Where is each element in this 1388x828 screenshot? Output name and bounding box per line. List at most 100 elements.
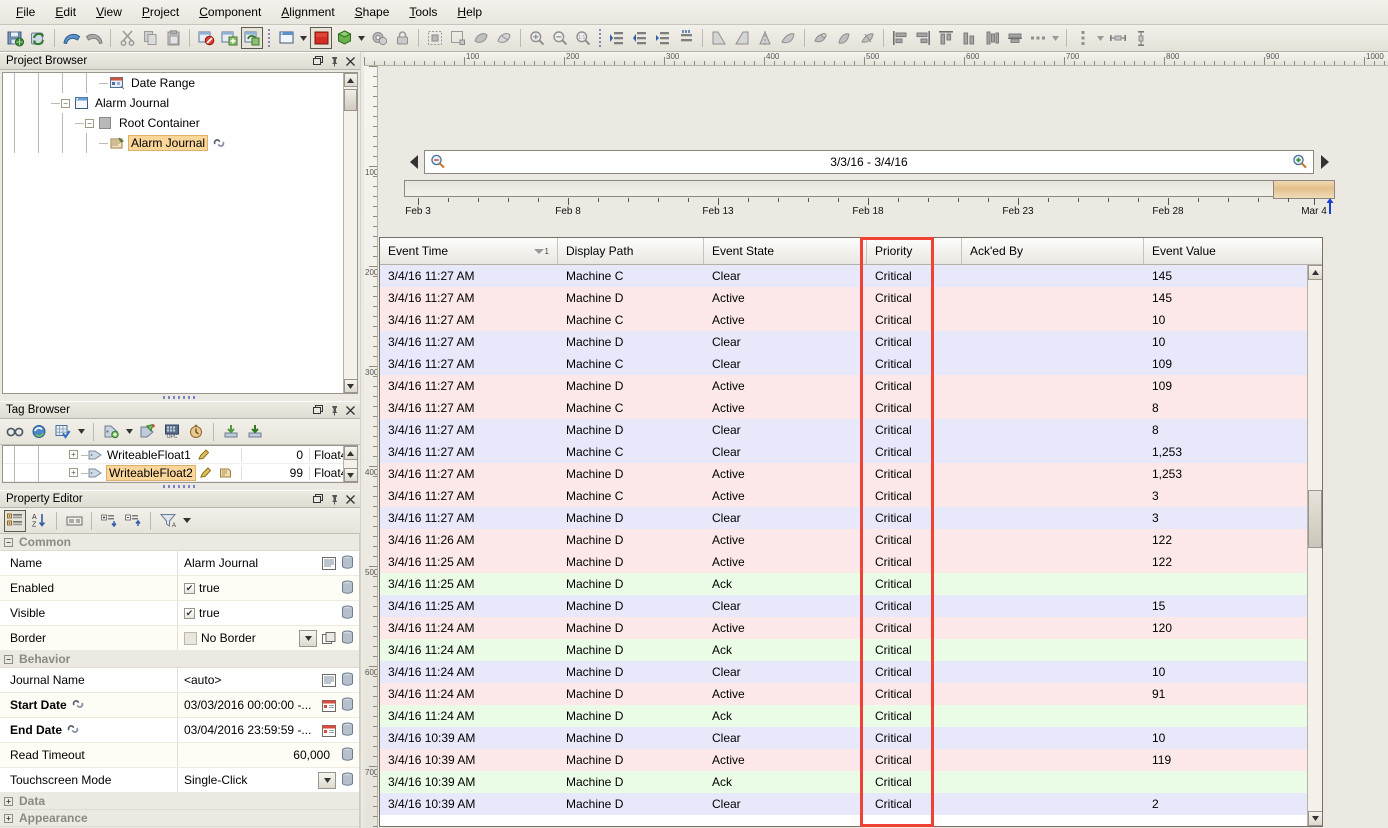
history-icon[interactable]	[185, 421, 207, 443]
binding-icon[interactable]	[340, 672, 356, 688]
category-data[interactable]: + Data	[0, 793, 359, 810]
alarm-journal-table-component[interactable]: Event Time 1 Display Path Event State	[379, 237, 1323, 828]
tree-node[interactable]: Date Range	[3, 73, 343, 93]
date-range-selection[interactable]	[1273, 180, 1335, 199]
space-dropdown-icon[interactable]	[1095, 27, 1106, 49]
filter-dropdown-icon[interactable]	[76, 421, 87, 443]
table-row[interactable]: 3/4/16 11:25 AMMachine DActiveCritical12…	[380, 551, 1307, 573]
property-value-cell[interactable]: 03/04/2016 23:59:59 -...	[178, 718, 359, 742]
table-row[interactable]: 3/4/16 11:25 AMMachine DClearCritical15	[380, 595, 1307, 617]
tag-expander[interactable]: +	[69, 450, 78, 459]
table-row[interactable]: 3/4/16 11:27 AMMachine DActiveCritical10…	[380, 375, 1307, 397]
category-expander[interactable]: −	[4, 655, 13, 664]
column-header-display-path[interactable]: Display Path	[558, 238, 704, 264]
property-value-cell[interactable]: No Border	[178, 626, 359, 650]
filter-dropdown-icon[interactable]	[181, 510, 192, 532]
indent-icon[interactable]	[606, 27, 628, 49]
group-icon[interactable]	[652, 27, 674, 49]
project-browser-scrollbar[interactable]	[343, 73, 357, 393]
tree-node[interactable]: − Root Container	[3, 113, 343, 133]
property-value-cell[interactable]: Single-Click	[178, 768, 359, 792]
shape-union-icon[interactable]	[470, 27, 492, 49]
table-row[interactable]: 3/4/16 10:39 AMMachine DClearCritical2	[380, 793, 1307, 815]
property-value-cell[interactable]: ✔ true	[178, 576, 359, 600]
table-row[interactable]: 3/4/16 11:27 AMMachine DClearCritical3	[380, 507, 1307, 529]
export-tags-icon[interactable]	[244, 421, 266, 443]
panel-splitter[interactable]	[0, 394, 360, 401]
window-dropdown-icon[interactable]	[298, 27, 309, 49]
select-all-icon[interactable]	[424, 27, 446, 49]
mirror-icon[interactable]	[754, 27, 776, 49]
menu-item-project[interactable]: Project	[132, 2, 189, 22]
table-row[interactable]: 3/4/16 11:27 AMMachine CActiveCritical8	[380, 397, 1307, 419]
alarm-table-body[interactable]: 3/4/16 11:27 AMMachine CClearCritical145…	[380, 265, 1307, 826]
show-description-icon[interactable]	[63, 510, 85, 532]
tag-row[interactable]: + WriteableFloat1 0 Float4	[3, 446, 357, 464]
tree-expander[interactable]: −	[61, 99, 70, 108]
menu-item-edit[interactable]: Edit	[45, 2, 86, 22]
date-range-component[interactable]: 3/3/16 - 3/4/16 Feb 3 Feb 8	[404, 150, 1334, 220]
opc-browser-icon[interactable]: OPC	[161, 421, 183, 443]
close-icon[interactable]	[342, 492, 358, 506]
property-row-end-date[interactable]: End Date 03/04/2016 23:59:59 -...	[0, 718, 359, 743]
menu-item-tools[interactable]: Tools	[399, 2, 447, 22]
zoom-out-icon[interactable]	[549, 27, 571, 49]
prev-range-button[interactable]	[404, 150, 424, 174]
property-value-cell[interactable]: ✔ true	[178, 601, 359, 625]
size-width-icon[interactable]	[1107, 27, 1129, 49]
size-height-icon[interactable]	[1130, 27, 1152, 49]
pin-icon[interactable]	[326, 492, 342, 506]
component-icon[interactable]	[333, 27, 355, 49]
restore-icon[interactable]	[310, 54, 326, 68]
sort-alpha-icon[interactable]: AZ	[28, 510, 50, 532]
scroll-track[interactable]	[344, 87, 358, 379]
restore-icon[interactable]	[310, 403, 326, 417]
undo-icon[interactable]	[60, 27, 82, 49]
scroll-down-button[interactable]	[344, 468, 358, 482]
find-icon[interactable]	[4, 421, 26, 443]
category-expander[interactable]: +	[4, 797, 13, 806]
align-center-icon[interactable]	[981, 27, 1003, 49]
dropdown-button[interactable]	[299, 630, 317, 647]
zoom-out-icon[interactable]	[430, 154, 446, 173]
rotate2-icon[interactable]	[833, 27, 855, 49]
table-row[interactable]: 3/4/16 11:27 AMMachine DActiveCritical1,…	[380, 463, 1307, 485]
category-expander[interactable]: −	[4, 538, 13, 547]
component-dropdown-icon[interactable]	[356, 27, 367, 49]
menu-item-shape[interactable]: Shape	[345, 2, 400, 22]
calendar-icon[interactable]	[321, 723, 336, 738]
table-row[interactable]: 3/4/16 11:24 AMMachine DActiveCritical12…	[380, 617, 1307, 639]
scroll-up-button[interactable]	[344, 446, 358, 460]
property-row-border[interactable]: Border No Border	[0, 626, 359, 651]
property-value-cell[interactable]: Alarm Journal	[178, 551, 359, 575]
table-row[interactable]: 3/4/16 11:27 AMMachine DActiveCritical14…	[380, 287, 1307, 309]
binding-icon[interactable]	[340, 772, 356, 788]
close-icon[interactable]	[342, 54, 358, 68]
property-row-read-timeout[interactable]: Read Timeout 60,000	[0, 743, 359, 768]
menu-item-alignment[interactable]: Alignment	[271, 2, 344, 22]
property-row-visible[interactable]: Visible ✔ true	[0, 601, 359, 626]
align-middle-icon[interactable]	[1004, 27, 1026, 49]
category-expander[interactable]: +	[4, 814, 13, 823]
rotate3-icon[interactable]	[856, 27, 878, 49]
save-icon[interactable]	[4, 27, 26, 49]
align-corner-icon[interactable]	[708, 27, 730, 49]
scroll-down-button[interactable]	[1308, 811, 1323, 826]
zoom-in-icon[interactable]	[1292, 154, 1308, 173]
flip-icon[interactable]	[777, 27, 799, 49]
text-editor-icon[interactable]	[321, 556, 336, 571]
scroll-up-button[interactable]	[344, 73, 358, 87]
column-header-event-value[interactable]: Event Value	[1144, 238, 1322, 264]
window-refresh-icon[interactable]	[241, 27, 263, 49]
table-row[interactable]: 3/4/16 10:39 AMMachine DAckCritical	[380, 771, 1307, 793]
ungroup-icon[interactable]	[675, 27, 697, 49]
binding-icon[interactable]	[340, 605, 356, 621]
filter-icon[interactable]: A	[157, 510, 179, 532]
column-header-event-time[interactable]: Event Time 1	[380, 238, 558, 264]
table-row[interactable]: 3/4/16 11:26 AMMachine DActiveCritical12…	[380, 529, 1307, 551]
table-row[interactable]: 3/4/16 10:39 AMMachine DActiveCritical11…	[380, 749, 1307, 771]
category-behavior[interactable]: − Behavior	[0, 651, 359, 668]
property-list[interactable]: − Common Name Alarm Journal Enabled ✔ t	[0, 534, 360, 828]
alarm-table-scrollbar[interactable]	[1307, 265, 1322, 826]
filter-tags-icon[interactable]	[52, 421, 74, 443]
